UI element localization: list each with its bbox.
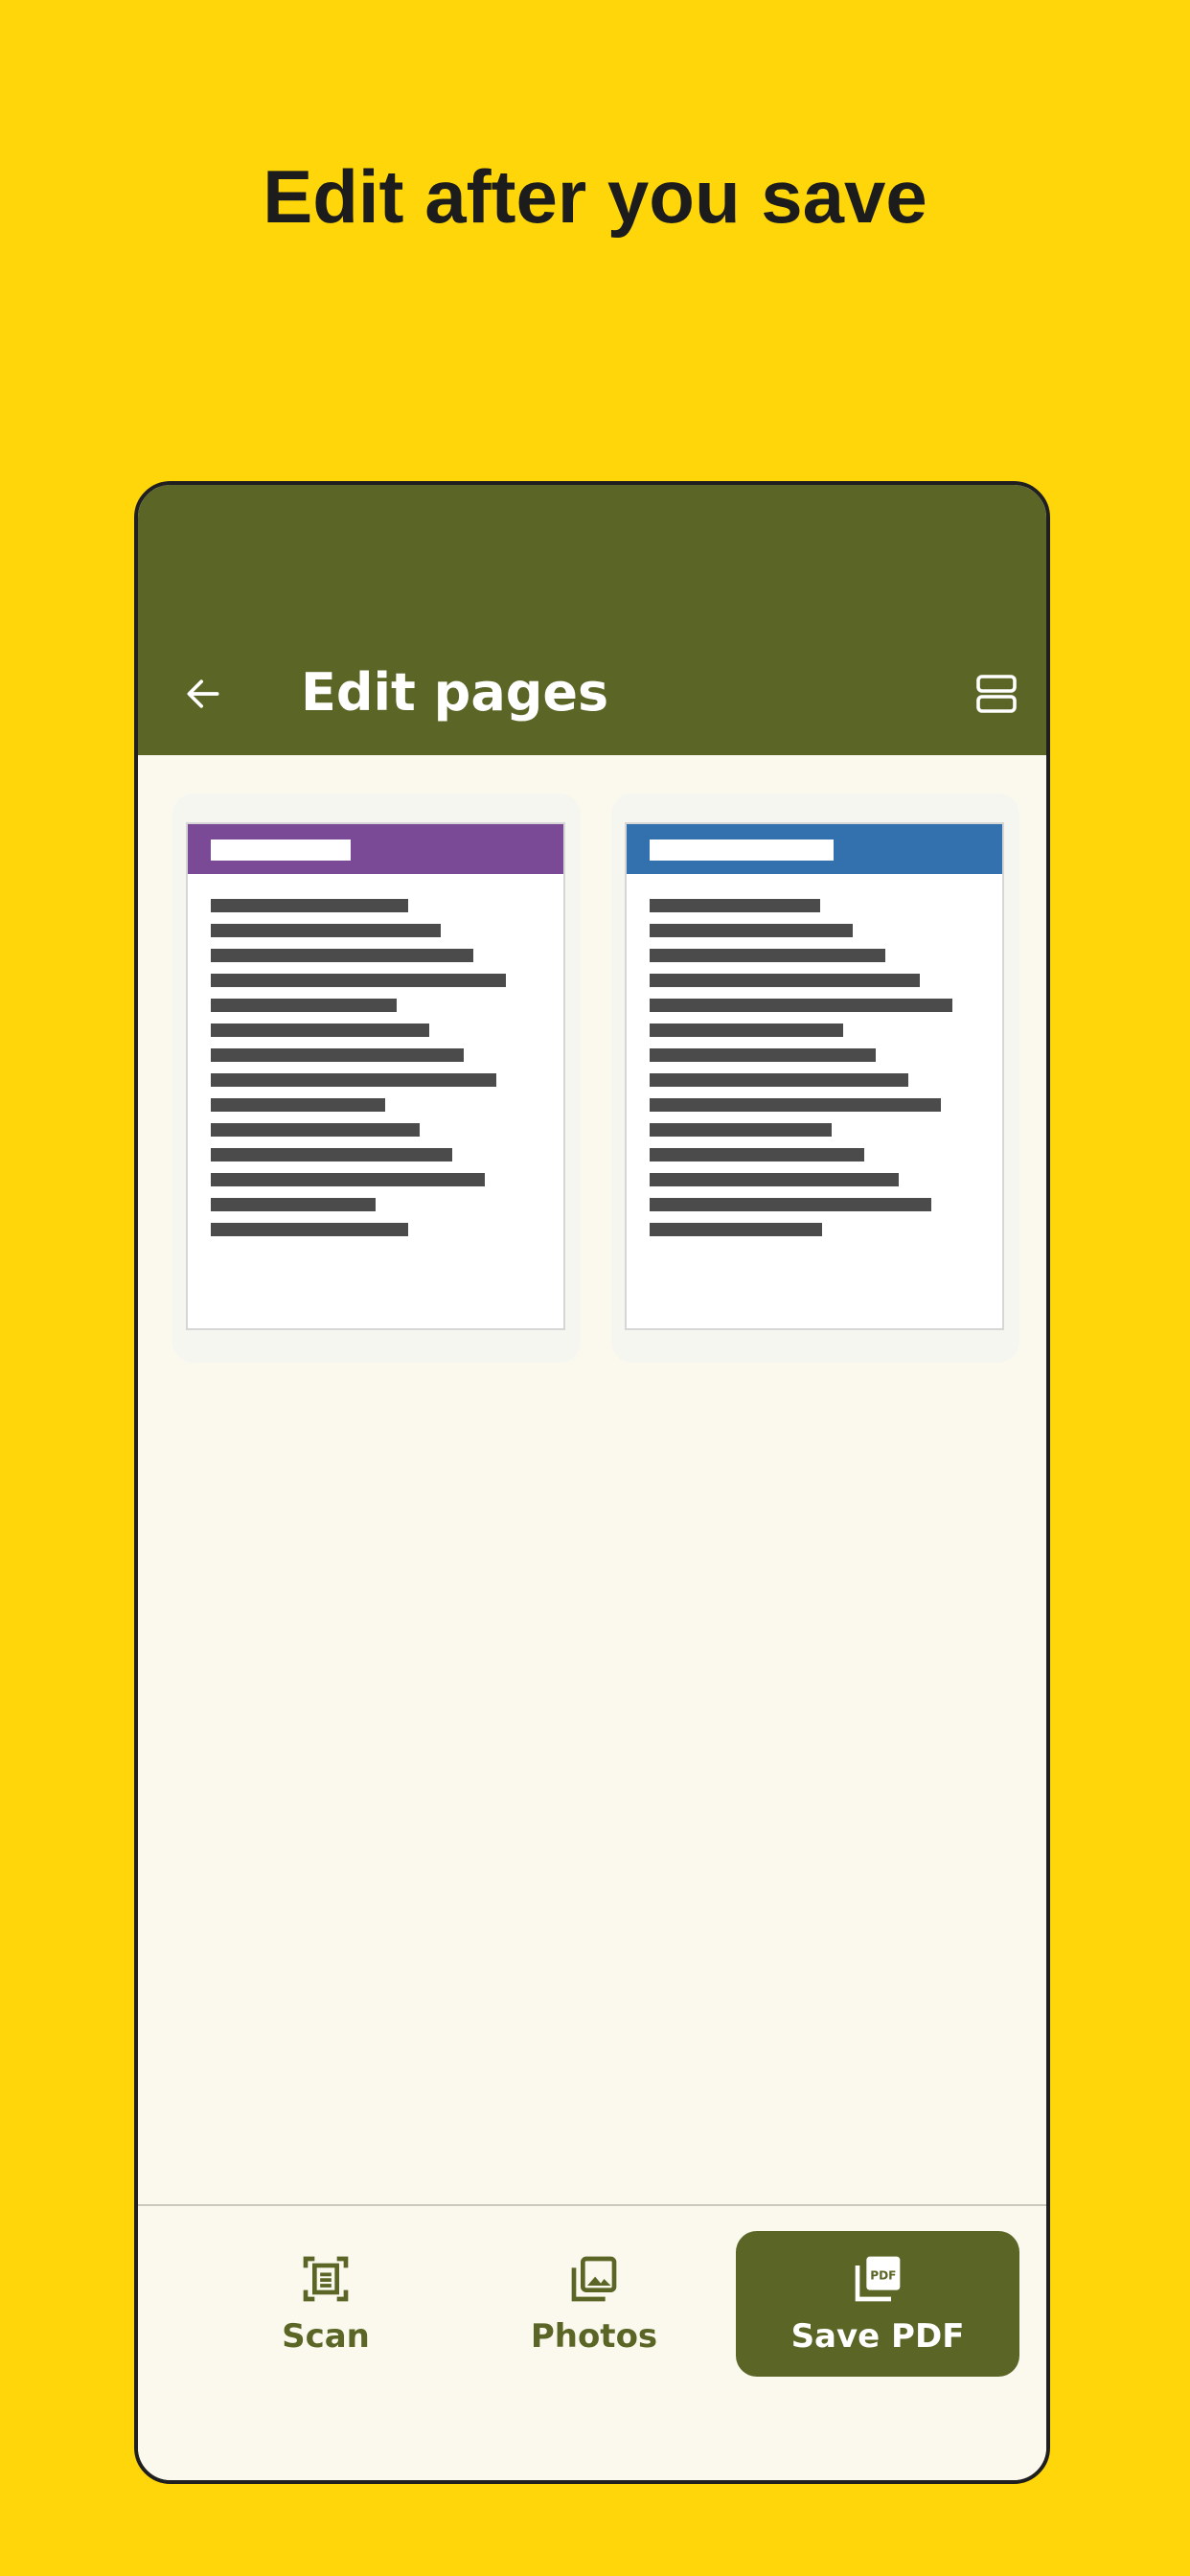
photos-button[interactable]: Photos — [452, 2231, 736, 2377]
text-line — [650, 1148, 864, 1162]
text-line — [650, 1198, 931, 1211]
document-scan-icon — [303, 2256, 349, 2302]
save-pdf-button[interactable]: PDF Save PDF — [736, 2231, 1019, 2377]
text-line — [211, 974, 506, 987]
text-line — [650, 1223, 822, 1236]
text-line — [211, 1098, 385, 1112]
text-line — [650, 1024, 843, 1037]
text-line — [650, 999, 952, 1012]
text-line — [211, 1198, 376, 1211]
page-sheet — [625, 822, 1004, 1330]
phone-frame: Edit pages Scan Photos PDF Save PDF — [134, 481, 1050, 2484]
text-line — [650, 1073, 908, 1087]
text-line — [650, 1048, 876, 1062]
headline: Edit after you save — [263, 154, 927, 239]
text-line — [211, 899, 408, 912]
save-pdf-label: Save PDF — [790, 2317, 965, 2356]
text-line — [211, 1123, 420, 1137]
back-button[interactable] — [174, 665, 232, 723]
page-thumbnail-1[interactable] — [172, 794, 581, 1363]
photos-label: Photos — [530, 2317, 658, 2356]
layout-toggle-button[interactable] — [970, 667, 1023, 721]
bottom-navigation: Scan Photos PDF Save PDF — [138, 2204, 1046, 2480]
arrow-left-icon — [187, 679, 219, 708]
view-agenda-icon — [976, 675, 1017, 713]
pdf-icon: PDF — [855, 2256, 901, 2302]
text-line — [211, 949, 473, 962]
text-line — [650, 974, 920, 987]
page-sheet — [186, 822, 565, 1330]
photo-library-icon — [571, 2256, 617, 2302]
scan-button[interactable]: Scan — [184, 2231, 468, 2377]
text-line — [650, 1098, 941, 1112]
text-line — [211, 1048, 464, 1062]
text-line — [211, 999, 397, 1012]
app-bar: Edit pages — [138, 485, 1046, 755]
text-line — [211, 1223, 408, 1236]
page-header-bar — [188, 824, 563, 874]
text-line — [211, 1148, 452, 1162]
text-line — [650, 1173, 899, 1186]
text-line — [650, 1123, 832, 1137]
page-header-title-bar — [650, 840, 834, 861]
text-line — [211, 1073, 496, 1087]
text-line — [211, 1173, 485, 1186]
svg-text:PDF: PDF — [870, 2268, 896, 2282]
text-line — [650, 924, 853, 937]
text-line — [650, 949, 885, 962]
text-line — [650, 899, 820, 912]
text-line — [211, 1024, 429, 1037]
page-header-title-bar — [211, 840, 351, 861]
text-line — [211, 924, 441, 937]
page-title: Edit pages — [301, 662, 609, 723]
pages-grid — [138, 755, 1046, 2212]
scan-label: Scan — [282, 2317, 370, 2356]
page-thumbnail-2[interactable] — [611, 794, 1019, 1363]
page-header-bar — [627, 824, 1002, 874]
